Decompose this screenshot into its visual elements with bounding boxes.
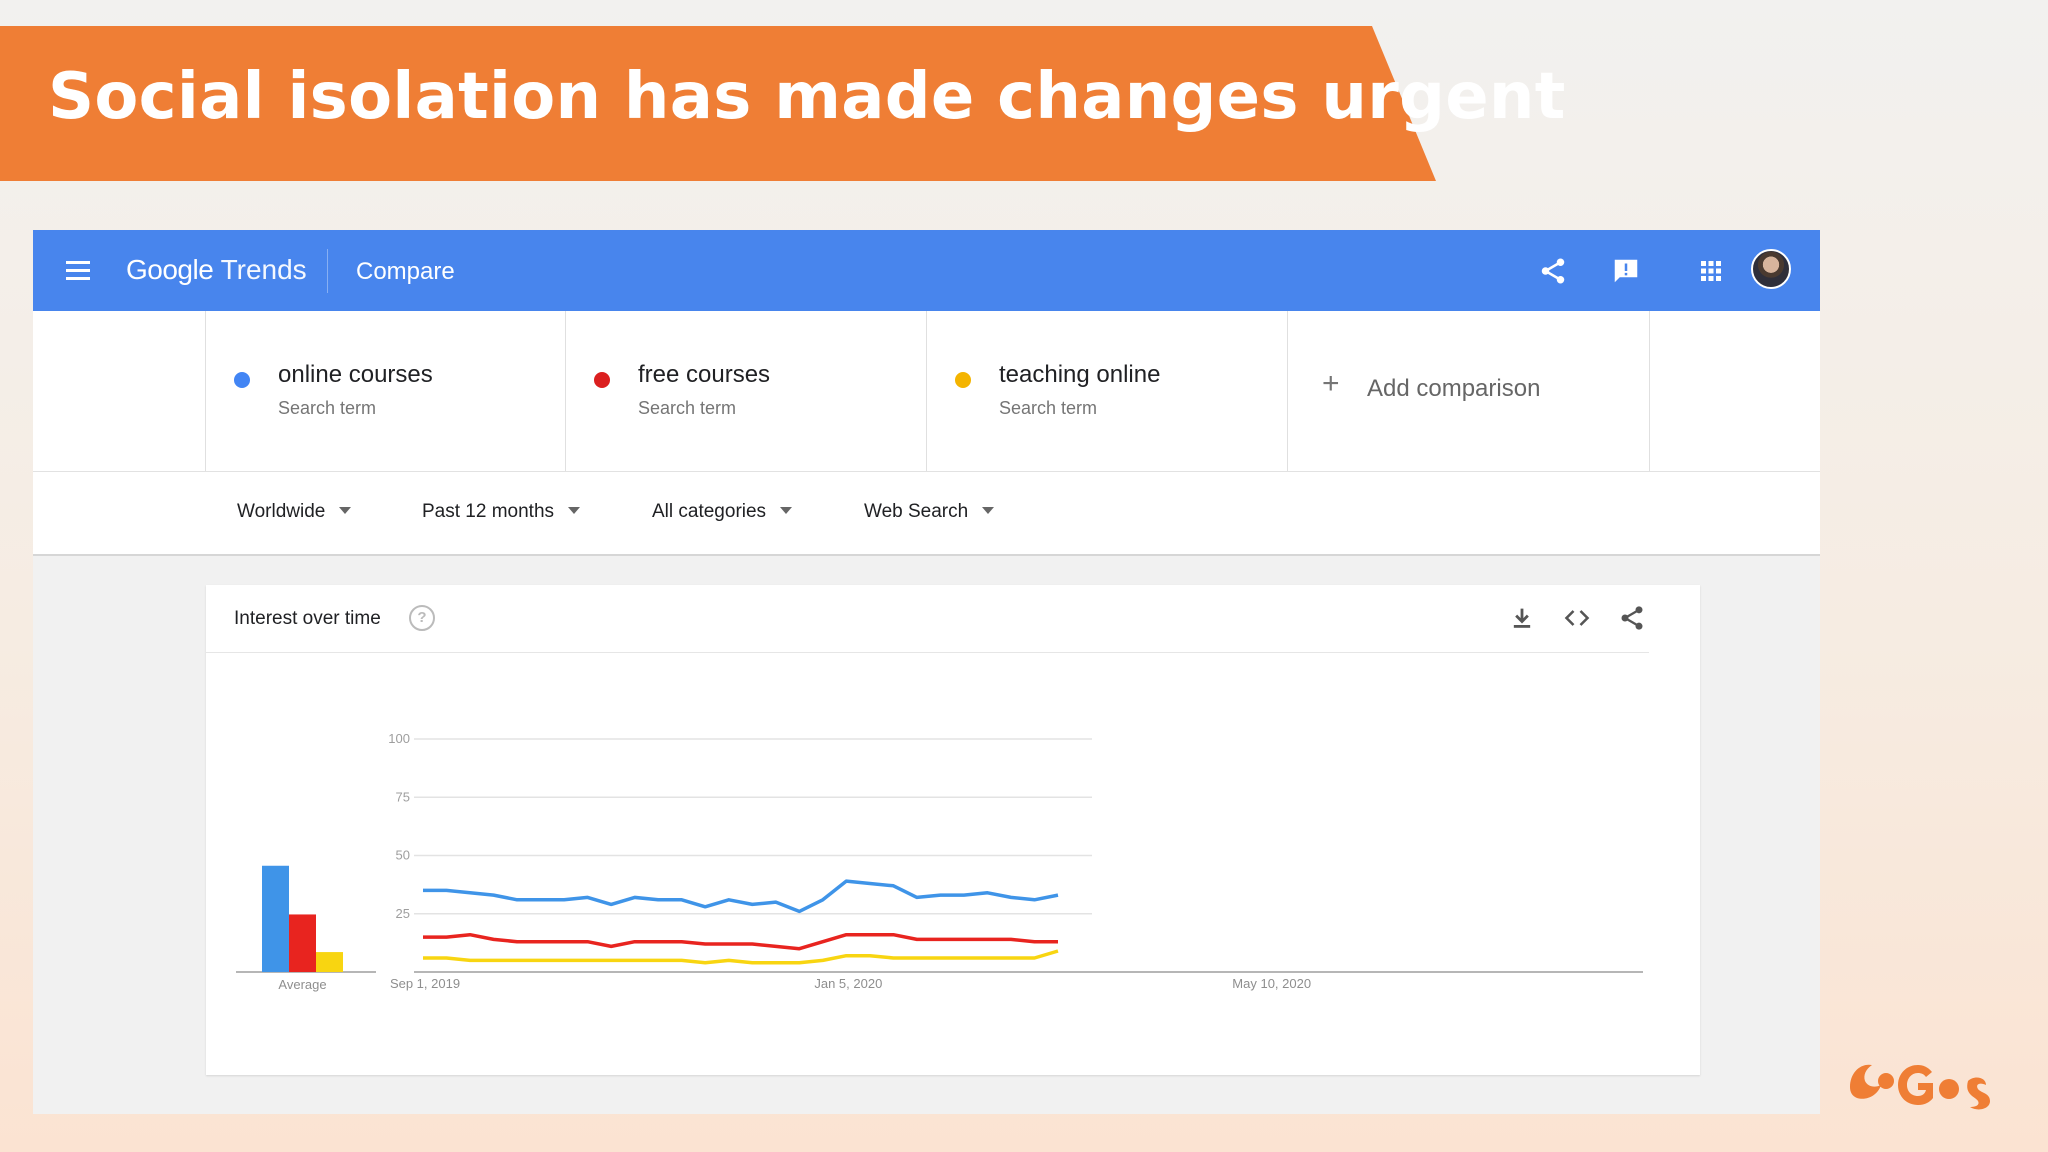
download-icon[interactable]: [1508, 604, 1536, 632]
plus-icon: +: [1322, 367, 1340, 400]
time-range-dropdown[interactable]: Past 12 months: [422, 501, 581, 523]
logo-google-text: Google: [126, 254, 214, 285]
top-app-bar: Google Trends Compare: [33, 230, 1820, 311]
share-icon[interactable]: [1538, 256, 1568, 286]
region-value: Worldwide: [237, 501, 326, 522]
google-trends-screenshot: Google Trends Compare online courses Sea…: [33, 230, 1820, 1114]
x-tick-label: May 10, 2020: [1232, 976, 1311, 991]
share-icon[interactable]: [1618, 604, 1646, 632]
time-range-value: Past 12 months: [422, 501, 555, 522]
filter-bar: Worldwide Past 12 months All categories …: [33, 472, 1820, 556]
average-bar: [262, 865, 289, 972]
series-color-dot: [234, 372, 250, 388]
slide-title: Social isolation has made changes urgent: [48, 60, 1566, 134]
term-type: Search term: [638, 398, 737, 418]
avatar[interactable]: [1751, 249, 1791, 289]
term-type: Search term: [278, 398, 377, 418]
y-tick-label: 100: [388, 731, 410, 746]
series-color-dot: [955, 372, 971, 388]
term-name: online courses: [278, 361, 433, 388]
search-terms-bar: online courses Search term free courses …: [33, 311, 1820, 472]
search-type-dropdown[interactable]: Web Search: [864, 501, 995, 523]
search-type-value: Web Search: [864, 501, 969, 522]
term-type: Search term: [999, 398, 1098, 418]
category-dropdown[interactable]: All categories: [652, 501, 793, 523]
interest-chart: 25 50 75 100 Sep 1, 2019 Jan 5, 2020 May 10, 2…: [236, 731, 1643, 992]
average-label: Average: [278, 977, 326, 992]
region-dropdown[interactable]: Worldwide: [237, 501, 352, 523]
apps-grid-icon[interactable]: [1696, 256, 1726, 286]
card-header: Interest over time ?: [206, 585, 1649, 653]
average-bar: [316, 952, 343, 972]
series-line: [423, 879, 1059, 914]
term-teaching-online[interactable]: teaching online Search term: [926, 311, 1287, 471]
term-name: free courses: [638, 361, 771, 388]
embed-code-icon[interactable]: [1563, 604, 1591, 632]
brand-logo: [1850, 1064, 1990, 1110]
interest-over-time-card: Interest over time ? 25 50 75 100 Sep 1, 201…: [206, 585, 1700, 1075]
average-bar: [289, 914, 316, 972]
y-tick-label: 50: [396, 848, 410, 863]
caret-down-icon: [780, 507, 793, 514]
google-trends-logo[interactable]: Google Trends: [126, 254, 307, 286]
x-tick-label: Jan 5, 2020: [814, 976, 882, 991]
caret-down-icon: [339, 507, 352, 514]
caret-down-icon: [982, 507, 995, 514]
hamburger-icon[interactable]: [66, 261, 90, 280]
card-title: Interest over time: [234, 608, 381, 629]
caret-down-icon: [568, 507, 581, 514]
logo-trends-text: Trends: [220, 254, 307, 285]
feedback-icon[interactable]: [1611, 256, 1641, 286]
term-online-courses[interactable]: online courses Search term: [205, 311, 566, 471]
term-name: teaching online: [999, 361, 1161, 388]
add-comparison-button[interactable]: + Add comparison: [1287, 311, 1650, 471]
category-value: All categories: [652, 501, 767, 522]
x-tick-label: Sep 1, 2019: [390, 976, 460, 991]
add-comparison-label: Add comparison: [1367, 375, 1541, 402]
series-line: [423, 949, 1059, 965]
term-free-courses[interactable]: free courses Search term: [565, 311, 926, 471]
series-color-dot: [594, 372, 610, 388]
series-line: [423, 932, 1058, 951]
y-tick-label: 75: [396, 789, 410, 804]
help-icon[interactable]: ?: [409, 605, 435, 631]
y-tick-label: 25: [396, 906, 410, 921]
header-divider: [327, 249, 328, 293]
page-title: Compare: [356, 258, 455, 285]
